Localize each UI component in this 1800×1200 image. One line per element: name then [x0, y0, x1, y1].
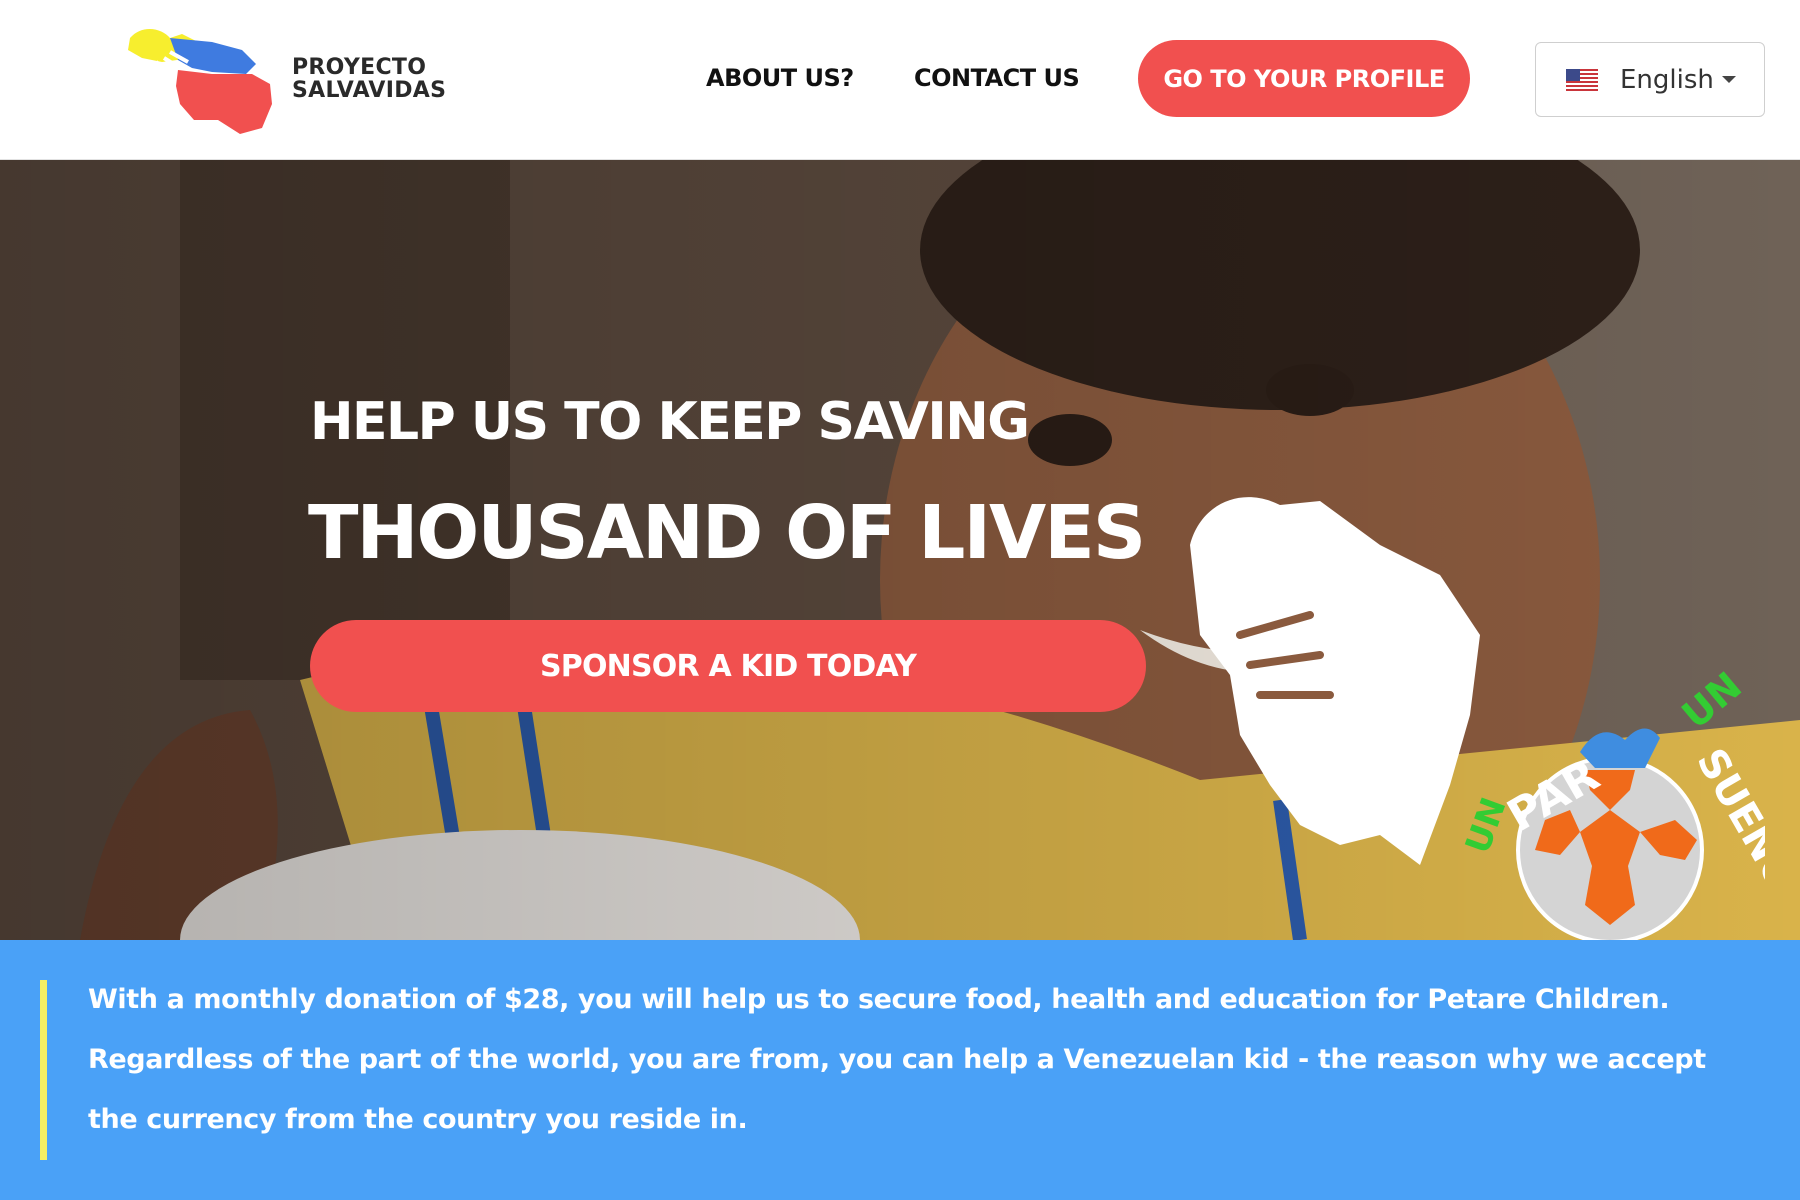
caret-down-icon — [1722, 76, 1736, 83]
hero-title: THOUSAND OF LIVES — [308, 490, 1146, 576]
us-flag-icon — [1566, 68, 1598, 91]
info-accent-bar — [40, 980, 47, 1160]
venezuela-map-logo[interactable] — [122, 24, 282, 136]
hero-banner: HELP US TO KEEP SAVING THOUSAND OF LIVES… — [0, 160, 1800, 940]
soccer-ball-logo: UN PAR UN SUEÑO — [1458, 663, 1765, 940]
sponsor-kid-button[interactable]: SPONSOR A KID TODAY — [310, 620, 1146, 712]
donation-info-text: With a monthly donation of $28, you will… — [88, 984, 1706, 1135]
go-to-profile-button[interactable]: GO TO YOUR PROFILE — [1138, 40, 1470, 117]
brand-line-2: SALVAVIDAS — [292, 78, 447, 103]
nav-about-us[interactable]: ABOUT US? — [706, 64, 854, 92]
language-selector[interactable]: English — [1535, 42, 1765, 117]
partner-word-un-right: UN — [1674, 663, 1750, 737]
nav-contact-us[interactable]: CONTACT US — [914, 64, 1080, 92]
donation-info-section: With a monthly donation of $28, you will… — [0, 940, 1800, 1200]
site-header: PROYECTO SALVAVIDAS ABOUT US? CONTACT US… — [0, 0, 1800, 160]
brand-name[interactable]: PROYECTO SALVAVIDAS — [292, 56, 446, 102]
language-label: English — [1620, 64, 1714, 95]
hero-subtitle: HELP US TO KEEP SAVING — [310, 392, 1030, 452]
brand-line-1: PROYECTO — [292, 55, 427, 80]
